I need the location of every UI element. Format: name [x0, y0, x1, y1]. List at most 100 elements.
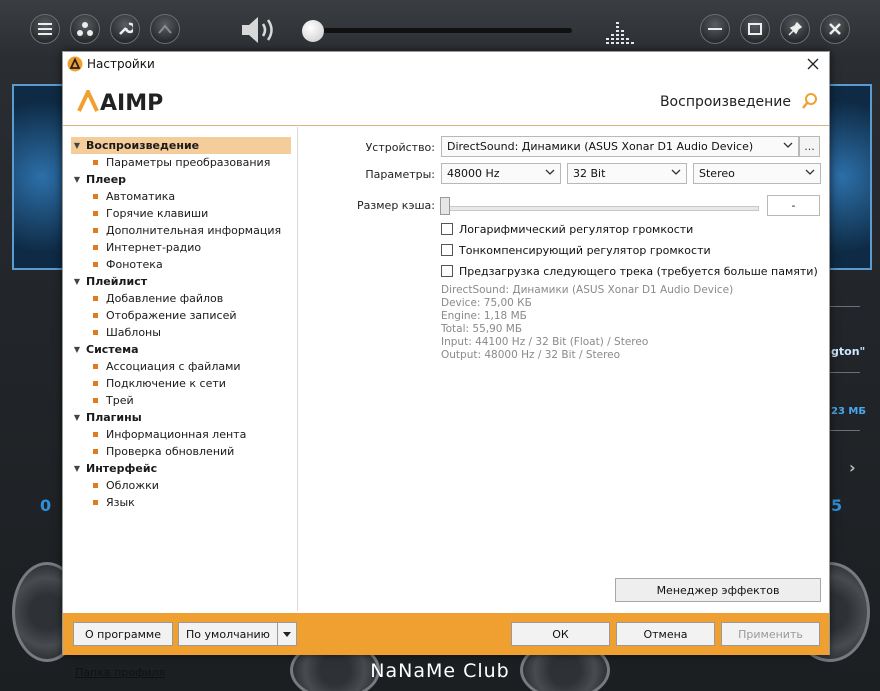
pin-icon — [788, 22, 802, 36]
close-icon — [807, 58, 819, 70]
tree-item[interactable]: Подключение к сети — [93, 375, 226, 392]
aimp-logo: AIMP — [77, 90, 163, 112]
tree-item[interactable]: Ассоциация с файлами — [93, 358, 241, 375]
tree-item-label: Отображение записей — [106, 309, 237, 322]
tree-category-playlist[interactable]: ▼ Плейлист — [71, 273, 147, 290]
tree-item[interactable]: Язык — [93, 494, 135, 511]
tree-category-plugins[interactable]: ▼ Плагины — [71, 409, 142, 426]
defaults-dropdown-button[interactable] — [277, 622, 297, 646]
tree-item[interactable]: Добавление файлов — [93, 290, 223, 307]
device-more-button[interactable]: ... — [799, 136, 820, 157]
search-icon[interactable] — [801, 92, 819, 110]
tree-item[interactable]: Дополнительная информация — [93, 222, 281, 239]
minimize-icon — [708, 28, 722, 30]
bullet-icon — [93, 500, 98, 505]
bullet-icon — [93, 194, 98, 199]
expand-arrow-icon[interactable]: ▼ — [71, 277, 83, 286]
close-dialog-button[interactable] — [803, 54, 823, 74]
checkbox-label: Предзагрузка следующего трека (требуется… — [459, 264, 818, 278]
minimize-button[interactable] — [700, 14, 730, 44]
tree-item-label: Добавление файлов — [106, 292, 224, 305]
menu-icon — [38, 23, 52, 35]
tree-category-label: Система — [86, 343, 139, 356]
about-button[interactable]: О программе — [73, 622, 173, 646]
tree-item-label: Горячие клавиши — [106, 207, 209, 220]
tree-category-interface[interactable]: ▼ Интерфейс — [71, 460, 157, 477]
volume-icon[interactable] — [240, 14, 278, 46]
channels-select[interactable]: Stereo — [693, 163, 821, 184]
collapse-button[interactable] — [150, 14, 180, 44]
seek-bar[interactable] — [302, 28, 572, 33]
time-display-fragment: 5 — [831, 496, 843, 515]
close-player-button[interactable] — [820, 14, 850, 44]
tree-item[interactable]: Интернет-радио — [93, 239, 201, 256]
bullet-icon — [93, 296, 98, 301]
settings-button[interactable] — [110, 14, 140, 44]
device-info: DirectSound: Динамики (ASUS Xonar D1 Aud… — [441, 284, 733, 362]
expand-arrow-icon[interactable]: ▼ — [71, 175, 83, 184]
bullet-icon — [93, 313, 98, 318]
settings-dialog: Настройки AIMP Воспроизведение ▼ Воспрои… — [62, 51, 830, 679]
effects-manager-button[interactable]: Менеджер эффектов — [615, 578, 821, 602]
expand-arrow-icon[interactable]: ▼ — [71, 413, 83, 422]
next-chevron-icon[interactable]: › — [849, 458, 856, 477]
seek-knob[interactable] — [302, 20, 324, 42]
bullet-icon — [93, 245, 98, 250]
tree-item-label: Информационная лента — [106, 428, 247, 441]
info-line: Output: 48000 Hz / 32 Bit / Stereo — [441, 349, 621, 361]
profile-folder-link[interactable]: Папка профиля — [75, 666, 165, 679]
defaults-button[interactable]: По умолчанию — [178, 622, 278, 646]
checkbox[interactable] — [441, 244, 453, 256]
info-line: Input: 44100 Hz / 32 Bit (Float) / Stere… — [441, 336, 649, 348]
bullet-icon — [93, 262, 98, 267]
expand-arrow-icon[interactable]: ▼ — [71, 141, 83, 150]
tree-item[interactable]: Отображение записей — [93, 307, 236, 324]
tree-item[interactable]: Параметры преобразования — [93, 154, 270, 171]
tree-item[interactable]: Горячие клавиши — [93, 205, 208, 222]
dialog-titlebar[interactable]: Настройки — [63, 52, 829, 76]
device-select[interactable]: DirectSound: Динамики (ASUS Xonar D1 Aud… — [441, 136, 799, 157]
wrench-icon — [119, 22, 133, 35]
preload-next-track-option[interactable]: Предзагрузка следующего трека (требуется… — [441, 263, 818, 279]
tree-category-playback[interactable]: ▼ Воспроизведение — [71, 137, 291, 154]
tree-item[interactable]: Обложки — [93, 477, 159, 494]
cache-size-slider-thumb[interactable] — [440, 197, 450, 215]
menu-button[interactable] — [30, 14, 60, 44]
bullet-icon — [93, 160, 98, 165]
maximize-button[interactable] — [740, 14, 770, 44]
pin-button[interactable] — [780, 14, 810, 44]
log-volume-option[interactable]: Логарифмический регулятор громкости — [441, 221, 693, 237]
tree-category-player[interactable]: ▼ Плеер — [71, 171, 126, 188]
expand-arrow-icon[interactable]: ▼ — [71, 345, 83, 354]
tree-item[interactable]: Шаблоны — [93, 324, 161, 341]
apply-button[interactable]: Применить — [721, 622, 820, 646]
device-label: Устройство: — [365, 141, 435, 154]
info-line: DirectSound: Динамики (ASUS Xonar D1 Aud… — [441, 284, 734, 296]
cache-size-slider[interactable] — [443, 206, 759, 211]
chevron-down-icon — [545, 167, 555, 178]
checkbox[interactable] — [441, 223, 453, 235]
chevron-down-icon — [783, 140, 793, 151]
chevron-down-icon — [805, 167, 815, 178]
tree-category-system[interactable]: ▼ Система — [71, 341, 139, 358]
divider — [830, 430, 860, 431]
checkbox[interactable] — [441, 265, 453, 277]
dialog-header: AIMP Воспроизведение — [63, 76, 829, 126]
sample-rate-select[interactable]: 48000 Hz — [441, 163, 561, 184]
bullet-icon — [93, 381, 98, 386]
loudness-volume-option[interactable]: Тонкомпенсирующий регулятор громкости — [441, 242, 711, 258]
track-title-fragment: gton" — [831, 345, 866, 358]
playlist-button[interactable] — [70, 14, 100, 44]
expand-arrow-icon[interactable]: ▼ — [71, 464, 83, 473]
tree-item[interactable]: Информационная лента — [93, 426, 246, 443]
bullet-icon — [93, 211, 98, 216]
tree-item[interactable]: Трей — [93, 392, 134, 409]
tree-item[interactable]: Проверка обновлений — [93, 443, 234, 460]
equalizer-icon[interactable] — [604, 18, 638, 46]
ok-button[interactable]: ОК — [511, 622, 610, 646]
file-size-fragment: 23 МБ — [831, 406, 866, 417]
cancel-button[interactable]: Отмена — [616, 622, 715, 646]
tree-item[interactable]: Автоматика — [93, 188, 175, 205]
bit-depth-select[interactable]: 32 Bit — [567, 163, 687, 184]
tree-item[interactable]: Фонотека — [93, 256, 163, 273]
